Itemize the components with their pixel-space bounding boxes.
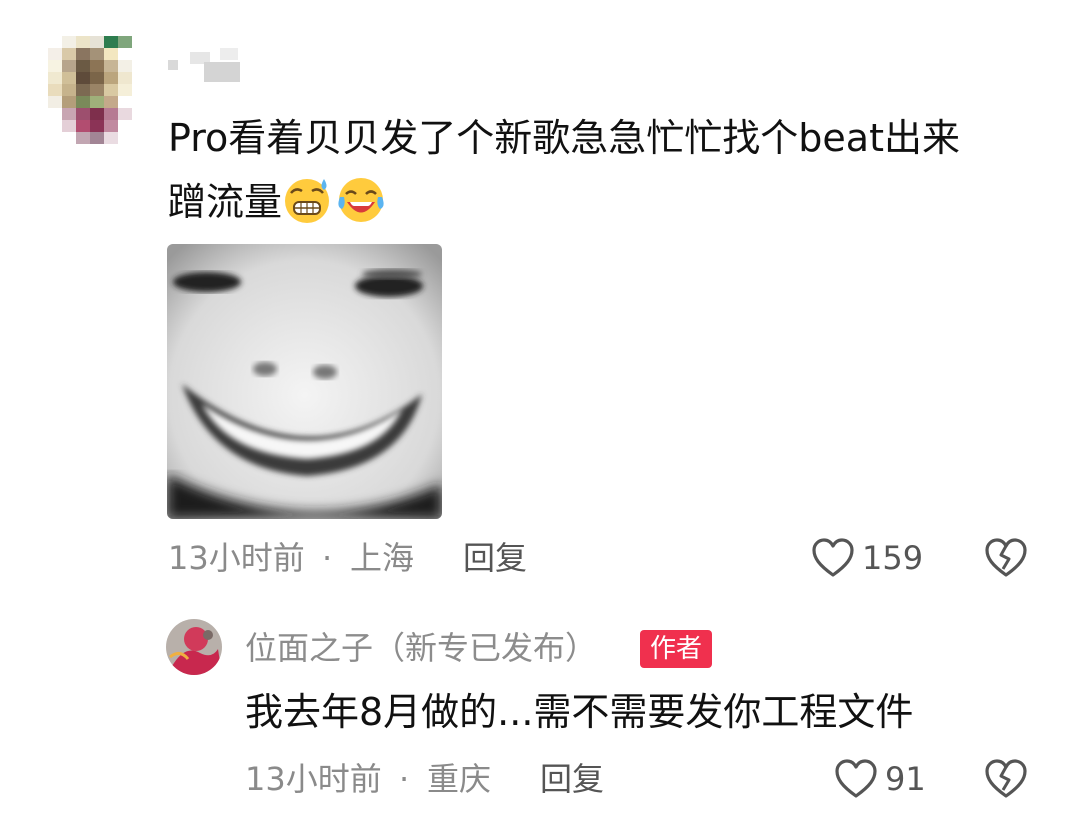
avatar-pixel <box>48 84 62 96</box>
smiling-face-meme-image[interactable] <box>167 244 442 519</box>
avatar-pixel <box>48 72 62 84</box>
avatar-pixel <box>104 36 118 48</box>
avatar-pixel <box>90 132 104 144</box>
avatar-pixel <box>118 72 132 84</box>
tears-of-joy-emoji <box>338 178 384 222</box>
avatar-pixel <box>48 96 62 108</box>
avatar-pixel <box>76 36 90 48</box>
avatar-pixel <box>76 60 90 72</box>
avatar-pixel <box>48 120 62 132</box>
like-heart-icon[interactable] <box>811 537 855 579</box>
reply-meta-separator: · <box>399 760 410 798</box>
avatar-pixel <box>118 120 132 132</box>
avatar-pixel <box>90 120 104 132</box>
avatar-pixel <box>118 60 132 72</box>
avatar-pixel <box>48 60 62 72</box>
avatar-pixel <box>104 72 118 84</box>
author-badge: 作者 <box>640 630 713 668</box>
avatar-pixel <box>104 120 118 132</box>
avatar-pixel <box>48 48 62 60</box>
avatar-pixel <box>118 84 132 96</box>
avatar-pixel <box>118 36 132 48</box>
commenter-username-blurred[interactable] <box>168 44 240 84</box>
reply-author-name[interactable]: 位面之子（新专已发布） <box>245 628 597 668</box>
avatar-pixel <box>118 96 132 108</box>
avatar-pixel <box>118 48 132 60</box>
avatar-pixel <box>76 120 90 132</box>
comment-line-2: 蹭流量 <box>168 170 1048 234</box>
avatar-pixel <box>48 36 62 48</box>
grinning-sweat-emoji <box>285 179 330 223</box>
avatar-pixel <box>62 132 76 144</box>
avatar-pixel <box>76 84 90 96</box>
avatar-pixel <box>76 108 90 120</box>
avatar-pixel <box>104 96 118 108</box>
avatar-pixel <box>76 96 90 108</box>
comment-body: Pro看着贝贝发了个新歌急急忙忙找个beat出来 蹭流量 <box>168 106 1048 234</box>
avatar-pixel <box>76 132 90 144</box>
reply-like-heart-icon[interactable] <box>834 758 878 800</box>
avatar-pixel <box>118 132 132 144</box>
avatar-pixel <box>104 48 118 60</box>
avatar-pixel <box>62 96 76 108</box>
avatar-pixel <box>90 108 104 120</box>
avatar-pixel <box>62 60 76 72</box>
avatar-pixel <box>90 60 104 72</box>
comment-reply-button[interactable]: 回复 <box>463 538 527 578</box>
comment-line-1: Pro看着贝贝发了个新歌急急忙忙找个beat出来 <box>168 116 960 160</box>
avatar-pixel <box>104 60 118 72</box>
dislike-broken-heart-icon[interactable] <box>984 537 1028 579</box>
avatar-pixel <box>62 84 76 96</box>
reply-reply-button[interactable]: 回复 <box>540 759 604 799</box>
avatar-pixel <box>104 84 118 96</box>
comment-meta-separator: · <box>322 539 333 577</box>
reply-location: 重庆 <box>427 760 492 798</box>
avatar-pixel <box>104 108 118 120</box>
reply-dislike-broken-heart-icon[interactable] <box>984 758 1028 800</box>
avatar-pixel <box>118 108 132 120</box>
avatar-pixel <box>76 72 90 84</box>
avatar-pixel <box>62 48 76 60</box>
avatar-pixel <box>90 96 104 108</box>
reply-author-avatar[interactable] <box>166 619 222 675</box>
avatar-pixel <box>90 36 104 48</box>
commenter-avatar[interactable] <box>48 36 132 144</box>
avatar-pixel <box>90 48 104 60</box>
comment-like-count: 159 <box>862 539 924 577</box>
avatar-pixel <box>48 132 62 144</box>
avatar-pixel <box>62 120 76 132</box>
comment-line-2-text: 蹭流量 <box>168 180 283 224</box>
avatar-pixel <box>62 36 76 48</box>
reply-like-count: 91 <box>885 760 926 798</box>
avatar-pixel <box>48 108 62 120</box>
comment-time: 13小时前 <box>168 539 305 577</box>
avatar-pixel <box>90 84 104 96</box>
reply-body: 我去年8月做的...需不需要发你工程文件 <box>245 690 914 734</box>
avatar-pixel <box>104 132 118 144</box>
avatar-pixel <box>90 72 104 84</box>
avatar-pixel <box>62 72 76 84</box>
reply-time: 13小时前 <box>245 760 382 798</box>
avatar-pixel <box>76 48 90 60</box>
comment-location: 上海 <box>350 539 415 577</box>
avatar-pixel <box>62 108 76 120</box>
